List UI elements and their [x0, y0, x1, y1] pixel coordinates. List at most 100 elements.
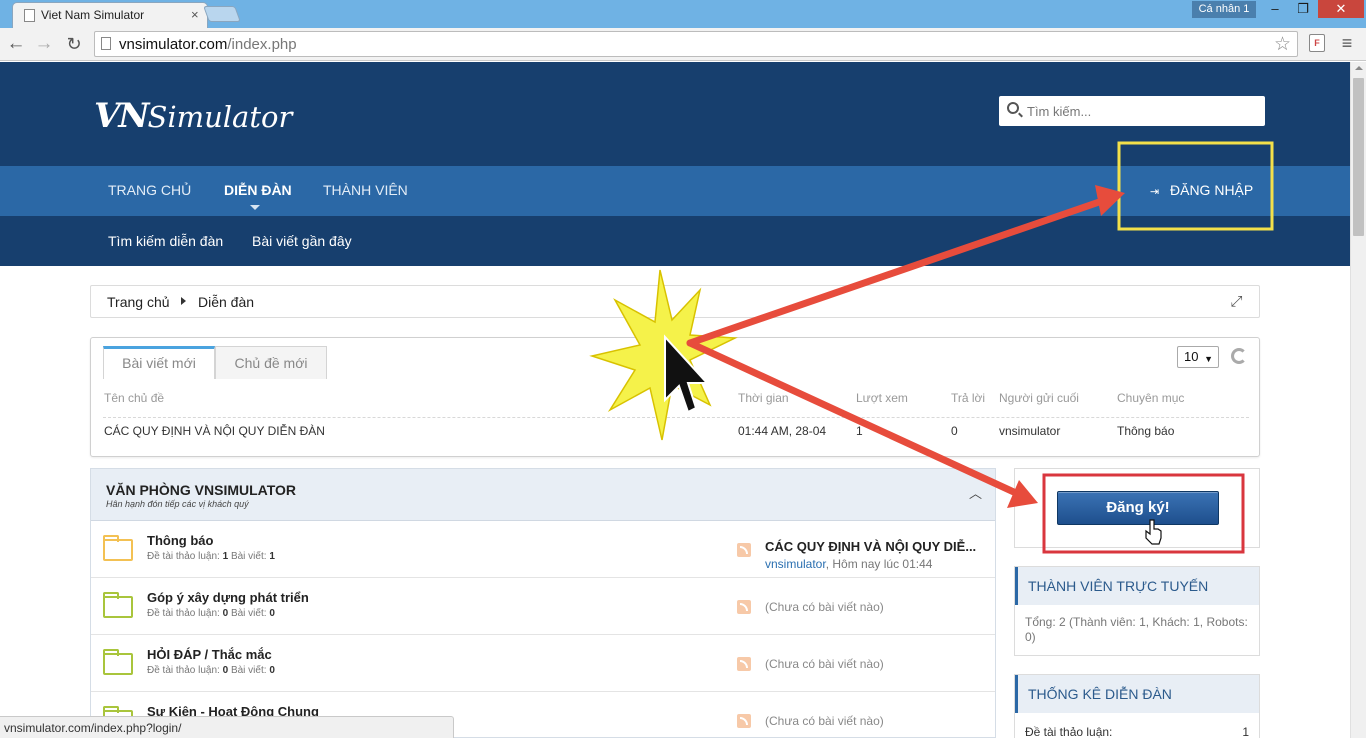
subnav-recent-posts[interactable]: Bài viết gần đây	[252, 233, 352, 249]
posts-count: 0	[269, 665, 275, 676]
address-bar[interactable]: vnsimulator.com/index.php ☆	[94, 31, 1298, 57]
breadcrumb-forum[interactable]: Diễn đàn	[198, 294, 254, 310]
register-box: Đăng ký!	[1014, 468, 1260, 548]
threads-label: Đề tài thảo luận:	[147, 608, 220, 619]
thread-replies: 0	[951, 424, 958, 438]
url-host: vnsimulator.com	[119, 36, 228, 53]
refresh-icon[interactable]	[1231, 348, 1247, 364]
last-post-empty: (Chưa có bài viết nào)	[765, 657, 884, 671]
forum-name-link[interactable]: HỎI ĐÁP / Thắc mắc	[147, 647, 272, 662]
folder-icon	[103, 649, 133, 675]
rss-icon[interactable]	[737, 714, 751, 728]
fullscreen-icon[interactable]: ⤢	[1228, 293, 1245, 310]
browser-toolbar: ← → ↻ vnsimulator.com/index.php ☆	[0, 28, 1366, 61]
extension-icon[interactable]: F	[1309, 34, 1325, 52]
category-header: VĂN PHÒNG VNSIMULATOR Hân hạnh đón tiếp …	[91, 469, 995, 521]
browser-tab[interactable]: Viet Nam Simulator ×	[12, 2, 208, 28]
category-subtitle: Hân hạnh đón tiếp các vị khách quý	[106, 499, 249, 509]
online-members-title[interactable]: THÀNH VIÊN TRỰC TUYẾN	[1015, 567, 1259, 605]
per-page-select[interactable]: 10 ▼	[1177, 346, 1219, 368]
bookmark-star-icon[interactable]: ☆	[1274, 33, 1291, 56]
folder-icon	[103, 535, 133, 561]
nav-active-caret-icon	[250, 205, 260, 210]
last-post-empty: (Chưa có bài viết nào)	[765, 600, 884, 614]
online-members-block: THÀNH VIÊN TRỰC TUYẾN Tổng: 2 (Thành viê…	[1014, 566, 1260, 656]
threads-label: Đề tài thảo luận:	[147, 551, 220, 562]
last-post-title[interactable]: CÁC QUY ĐỊNH VÀ NỘI QUY DIỄ...	[765, 539, 976, 554]
posts-count: 0	[269, 608, 275, 619]
site-header: VNSimulator	[0, 62, 1350, 166]
search-box[interactable]	[999, 96, 1265, 126]
site-logo[interactable]: VNSimulator	[94, 96, 292, 136]
forward-arrow-icon[interactable]: →	[32, 32, 56, 56]
tab-close-icon[interactable]: ×	[191, 7, 199, 22]
forum-name-link[interactable]: Thông báo	[147, 533, 213, 548]
posts-label: Bài viết:	[230, 608, 267, 619]
back-arrow-icon[interactable]: ←	[4, 32, 28, 56]
column-header-replies: Trả lời	[951, 391, 986, 405]
new-posts-widget: Bài viết mới Chủ đề mới 10 ▼ Tên chủ đề T…	[90, 337, 1260, 457]
category-title[interactable]: VĂN PHÒNG VNSIMULATOR	[106, 482, 296, 498]
stats-threads-label: Đề tài thảo luận:	[1025, 725, 1113, 738]
last-post-meta: vnsimulator, Hôm nay lúc 01:44	[765, 557, 932, 571]
last-post-empty: (Chưa có bài viết nào)	[765, 714, 884, 728]
forum-row: HỎI ĐÁP / Thắc mắc Đề tài thảo luận: 0 B…	[91, 635, 995, 692]
tab-new-threads[interactable]: Chủ đề mới	[215, 346, 327, 379]
nav-members[interactable]: THÀNH VIÊN	[323, 182, 408, 198]
forum-stats: Đề tài thảo luận: 0 Bài viết: 0	[147, 608, 275, 619]
forum-stats: Đề tài thảo luận: 1 Bài viết: 1	[147, 551, 275, 562]
rss-icon[interactable]	[737, 657, 751, 671]
nav-forum[interactable]: DIỄN ĐÀN	[224, 182, 292, 198]
minimize-button[interactable]: ‒	[1262, 0, 1288, 18]
new-tab-button[interactable]	[203, 6, 241, 22]
sub-nav: Tìm kiếm diễn đàn Bài viết gần đây	[0, 216, 1350, 266]
threads-label: Đề tài thảo luận:	[147, 665, 220, 676]
nav-home[interactable]: TRANG CHỦ	[108, 182, 191, 198]
register-button[interactable]: Đăng ký!	[1057, 491, 1219, 525]
divider	[103, 417, 1249, 418]
per-page-value: 10	[1184, 349, 1199, 364]
scroll-up-arrow-icon[interactable]	[1355, 66, 1363, 70]
thread-views: 1	[856, 424, 863, 438]
search-input[interactable]	[1027, 101, 1257, 121]
column-header-views: Lượt xem	[856, 391, 908, 405]
thread-last-poster[interactable]: vnsimulator	[999, 424, 1060, 438]
tab-new-posts[interactable]: Bài viết mới	[103, 346, 215, 379]
browser-menu-icon[interactable]: ≡	[1338, 32, 1356, 54]
breadcrumb-home[interactable]: Trang chủ	[107, 294, 170, 310]
forum-row: Thông báo Đề tài thảo luận: 1 Bài viết: …	[91, 521, 995, 578]
breadcrumb: Trang chủ Diễn đàn ⤢	[90, 285, 1260, 318]
chevron-down-icon: ▼	[1204, 354, 1213, 364]
page-favicon-icon	[24, 9, 35, 22]
vertical-scrollbar[interactable]	[1350, 62, 1366, 738]
thread-time: 01:44 AM, 28-04	[738, 424, 827, 438]
forum-stats-block: THỐNG KÊ DIỄN ĐÀN Đề tài thảo luận: 1	[1014, 674, 1260, 738]
category-panel: VĂN PHÒNG VNSIMULATOR Hân hạnh đón tiếp …	[90, 468, 996, 738]
posts-label: Bài viết:	[230, 551, 267, 562]
forum-row: Góp ý xây dựng phát triển Đề tài thảo lu…	[91, 578, 995, 635]
forum-stats: Đề tài thảo luận: 0 Bài viết: 0	[147, 665, 275, 676]
breadcrumb-separator-icon	[181, 297, 186, 305]
main-nav: TRANG CHỦ DIỄN ĐÀN THÀNH VIÊN ⇥ ĐĂNG NHẬP	[0, 166, 1350, 216]
profile-badge[interactable]: Cá nhân 1	[1192, 1, 1256, 18]
reload-icon[interactable]: ↻	[62, 32, 86, 56]
maximize-button[interactable]: ❐	[1290, 0, 1316, 18]
thread-title-link[interactable]: CÁC QUY ĐỊNH VÀ NỘI QUY DIỄN ĐÀN	[104, 424, 325, 438]
collapse-chevron-icon[interactable]: ︿	[969, 483, 982, 502]
forum-name-link[interactable]: Góp ý xây dựng phát triển	[147, 590, 309, 605]
login-link[interactable]: ⇥ ĐĂNG NHẬP	[1150, 182, 1253, 198]
subnav-search-forums[interactable]: Tìm kiếm diễn đàn	[108, 233, 223, 249]
rss-icon[interactable]	[737, 543, 751, 557]
close-window-button[interactable]: ✕	[1318, 0, 1364, 18]
stats-threads-value: 1	[1242, 725, 1249, 738]
logo-vn: VN	[94, 96, 149, 136]
column-header-last-poster: Người gửi cuối	[999, 391, 1079, 405]
scroll-thumb[interactable]	[1353, 78, 1364, 236]
thread-category[interactable]: Thông báo	[1117, 424, 1174, 438]
threads-count: 0	[222, 665, 229, 676]
last-post-user[interactable]: vnsimulator	[765, 557, 826, 571]
online-members-text: Tổng: 2 (Thành viên: 1, Khách: 1, Robots…	[1025, 615, 1248, 644]
rss-icon[interactable]	[737, 600, 751, 614]
folder-icon	[103, 592, 133, 618]
forum-stats-title: THỐNG KÊ DIỄN ĐÀN	[1015, 675, 1259, 713]
